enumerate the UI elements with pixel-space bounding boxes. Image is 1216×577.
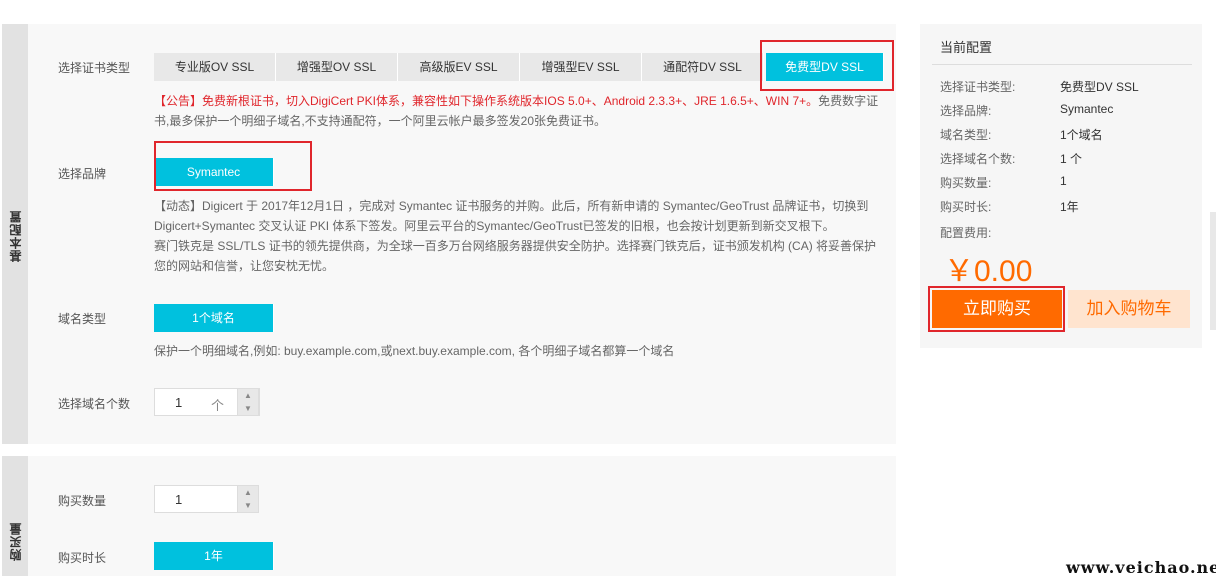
quantity-label: 购买数量: [58, 494, 107, 508]
section-basic-strip: 基本配置: [2, 24, 28, 444]
brand-label: 选择品牌: [58, 167, 107, 181]
domain-count-value: 1: [175, 395, 183, 410]
domain-count-unit: 个: [211, 398, 225, 413]
summary-row-value: 免费型DV SSL: [1060, 80, 1139, 94]
brand-description: 【动态】Digicert 于 2017年12月1日 ，完成对 Symantec …: [154, 196, 884, 276]
summary-row-value: 1: [1060, 174, 1067, 188]
domain-type-option-single[interactable]: 1个域名: [154, 304, 274, 332]
domain-count-label: 选择域名个数: [58, 397, 131, 411]
summary-row-value: 1个域名: [1060, 128, 1103, 142]
cert-type-option-wildcard-dv[interactable]: 通配符DV SSL: [642, 53, 764, 81]
summary-price: ￥0.00: [944, 255, 1033, 288]
section-purchase-strip: 购买量: [2, 456, 28, 576]
buy-now-button[interactable]: 立即购买: [932, 290, 1062, 328]
summary-title: 当前配置: [940, 40, 993, 55]
brand-desc-line-3: 赛门铁克是 SSL/TLS 证书的领先提供商，为全球一百多万台网络服务器提供安全…: [154, 239, 877, 253]
summary-row-label: 选择品牌:: [940, 104, 992, 118]
cert-type-notice-red: 【公告】免费新根证书，切入DigiCert PKI体系，兼容性如下操作系统版本I…: [154, 94, 819, 108]
quantity-stepper[interactable]: 1: [154, 485, 238, 513]
cert-type-option-advanced-ev[interactable]: 高级版EV SSL: [398, 53, 520, 81]
brand-desc-line-2: Digicert+Symantec 交叉认证 PKI 体系下签发。阿里云平台的S…: [154, 219, 835, 233]
brand-desc-line-1: 【动态】Digicert 于 2017年12月1日 ，完成对 Symantec …: [154, 199, 869, 213]
summary-row-label: 购买时长:: [940, 200, 992, 214]
domain-type-hint: 保护一个明细域名,例如: buy.example.com,或next.buy.e…: [154, 344, 675, 358]
summary-row-value: Symantec: [1060, 102, 1114, 116]
summary-row-label: 选择证书类型:: [940, 80, 1016, 94]
cert-type-option-free-dv[interactable]: 免费型DV SSL: [766, 53, 884, 81]
cert-type-label: 选择证书类型: [58, 61, 131, 75]
add-to-cart-button[interactable]: 加入购物车: [1068, 290, 1190, 328]
domain-count-spinner: ▲ ▼: [237, 388, 259, 416]
duration-option-1-year[interactable]: 1年: [154, 542, 274, 570]
cert-type-option-enhanced-ev[interactable]: 增强型EV SSL: [520, 53, 642, 81]
summary-row-label: 域名类型:: [940, 128, 992, 142]
summary-row-value: 1 个: [1060, 152, 1083, 166]
quantity-increase-icon[interactable]: ▲: [238, 486, 258, 499]
quantity-value: 1: [175, 492, 183, 507]
quantity-decrease-icon[interactable]: ▼: [238, 499, 258, 512]
summary-row-label: 购买数量:: [940, 176, 992, 190]
watermark-text: www.veichao.net: [1066, 558, 1216, 577]
summary-fee-label: 配置费用:: [940, 226, 992, 240]
brand-desc-line-4: 您的网站和信誉，让您安枕无忧。: [154, 259, 335, 273]
section-basic-title: 基本配置: [9, 210, 23, 262]
summary-row-value: 1年: [1060, 200, 1079, 214]
section-purchase-title: 购买量: [9, 522, 23, 561]
duration-label: 购买时长: [58, 551, 107, 565]
config-summary-panel: 当前配置 选择证书类型: 免费型DV SSL 选择品牌: Symantec 域名…: [920, 24, 1202, 348]
summary-row-label: 选择域名个数:: [940, 152, 1016, 166]
domain-count-decrease-icon[interactable]: ▼: [238, 402, 258, 415]
summary-divider: [932, 64, 1192, 65]
domain-type-label: 域名类型: [58, 312, 107, 326]
edge-scroll-region: [1210, 212, 1216, 330]
cert-type-option-enhanced-ov[interactable]: 增强型OV SSL: [276, 53, 398, 81]
brand-option-symantec[interactable]: Symantec: [154, 158, 274, 186]
cert-type-notice: 【公告】免费新根证书，切入DigiCert PKI体系，兼容性如下操作系统版本I…: [154, 91, 882, 131]
domain-count-increase-icon[interactable]: ▲: [238, 389, 258, 402]
cert-type-option-pro-ov[interactable]: 专业版OV SSL: [154, 53, 276, 81]
quantity-spinner: ▲ ▼: [237, 485, 259, 513]
